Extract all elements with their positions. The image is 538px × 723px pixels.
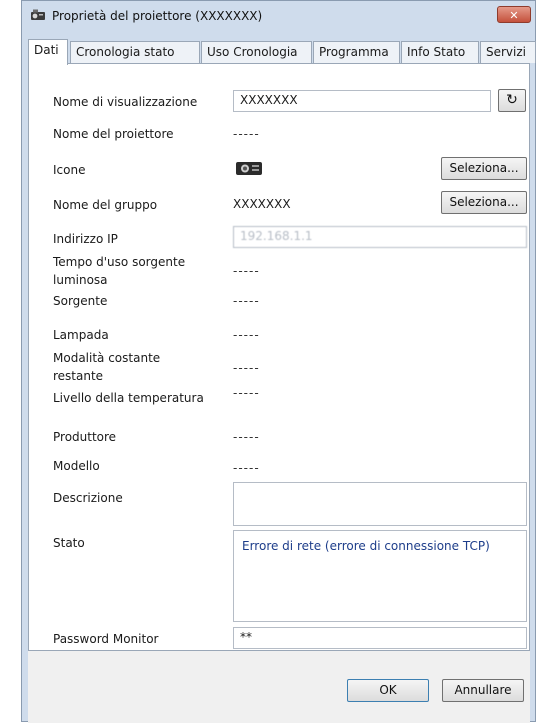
dati-panel: Nome di visualizzazione XXXXXXX ↻ Nome d… <box>28 63 530 651</box>
close-button[interactable]: ✕ <box>497 6 531 23</box>
projector-app-icon <box>31 9 45 20</box>
model-value: ----- <box>233 461 260 475</box>
refresh-icon: ↻ <box>506 92 518 108</box>
manufacturer-value: ----- <box>233 430 260 444</box>
manufacturer-label: Produttore <box>53 430 117 444</box>
tab-strip: Dati Cronologia stato Uso Cronologia Pro… <box>28 39 536 65</box>
properties-window: Proprietà del proiettore (XXXXXXX) ✕ Dat… <box>21 0 536 723</box>
tab-cronologia-stato[interactable]: Cronologia stato <box>70 41 200 63</box>
constant-mode-label: Modalità costante restante <box>53 351 161 383</box>
temperature-value: ----- <box>233 386 260 400</box>
group-name-value: XXXXXXX <box>233 197 291 211</box>
temperature-label: Livello della temperatura <box>53 391 204 405</box>
source-label: Sorgente <box>53 294 108 308</box>
tab-programma[interactable]: Programma <box>313 41 400 63</box>
dialog-footer: OK Annullare <box>28 651 530 723</box>
tab-dati[interactable]: Dati <box>28 39 68 65</box>
status-box: Errore di rete (errore di connessione TC… <box>233 530 527 622</box>
tab-servizi[interactable]: Servizi <box>480 41 536 63</box>
ip-field[interactable]: 192.168.1.1 <box>233 226 527 248</box>
display-name-label: Nome di visualizzazione <box>53 95 198 109</box>
projector-name-label: Nome del proiettore <box>53 127 174 141</box>
description-label: Descrizione <box>53 491 123 505</box>
group-name-label: Nome del gruppo <box>53 198 158 212</box>
projector-icon <box>236 162 262 175</box>
ok-button[interactable]: OK <box>347 679 429 702</box>
status-label: Stato <box>53 536 85 550</box>
light-source-time-value: ----- <box>233 264 260 278</box>
description-field[interactable] <box>233 482 527 526</box>
select-group-button[interactable]: Seleziona... <box>441 191 527 214</box>
window-title: Proprietà del proiettore (XXXXXXX) <box>52 9 263 23</box>
title-bar[interactable]: Proprietà del proiettore (XXXXXXX) ✕ <box>22 1 535 31</box>
status-text: Errore di rete (errore di connessione TC… <box>242 539 490 553</box>
light-source-time-label: Tempo d'uso sorgente luminosa <box>53 255 186 287</box>
source-value: ----- <box>233 294 260 308</box>
lamp-value: ----- <box>233 328 260 342</box>
monitor-password-label: Password Monitor <box>53 632 159 646</box>
tab-uso-cronologia[interactable]: Uso Cronologia <box>201 41 312 63</box>
model-label: Modello <box>53 459 100 473</box>
ip-label: Indirizzo IP <box>53 232 118 246</box>
display-name-input[interactable]: XXXXXXX <box>233 90 491 112</box>
select-icon-button[interactable]: Seleziona... <box>441 157 527 180</box>
monitor-password-field[interactable]: ** <box>233 627 527 649</box>
refresh-button[interactable]: ↻ <box>498 89 526 112</box>
projector-name-value: ----- <box>233 127 260 141</box>
cancel-button[interactable]: Annullare <box>442 679 524 702</box>
constant-mode-value: ----- <box>233 361 260 375</box>
icon-label: Icone <box>53 163 86 177</box>
tab-info-stato[interactable]: Info Stato <box>401 41 479 63</box>
lamp-label: Lampada <box>53 328 109 342</box>
